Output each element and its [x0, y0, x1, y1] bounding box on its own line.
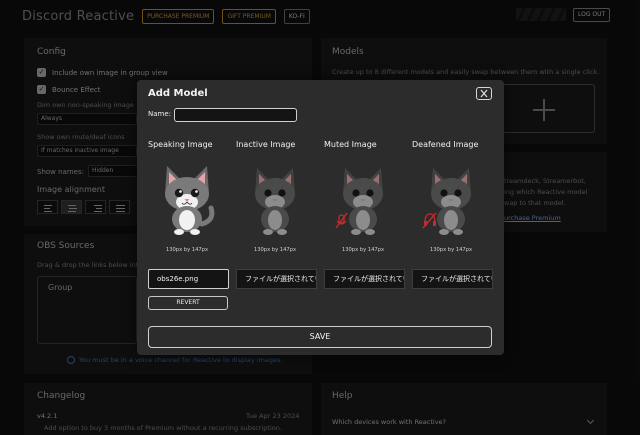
- muted-cat-image[interactable]: [331, 162, 395, 236]
- speaking-file-input[interactable]: obs26e.png: [148, 269, 229, 289]
- revert-button[interactable]: REVERT: [148, 296, 228, 310]
- add-model-modal: Add Model Name: Speaking Image Inactive …: [137, 80, 504, 355]
- name-label: Name:: [148, 110, 172, 118]
- close-button[interactable]: [476, 87, 492, 100]
- name-input[interactable]: [174, 108, 297, 122]
- inactive-image-dims: 130px by 147px: [253, 247, 297, 253]
- deafened-image-label: Deafened Image: [412, 140, 479, 149]
- speaking-image-label: Speaking Image: [148, 140, 213, 149]
- save-button[interactable]: SAVE: [148, 326, 492, 348]
- deafened-image-dims: 130px by 147px: [429, 247, 473, 253]
- close-icon: [480, 89, 488, 98]
- modal-title: Add Model: [148, 88, 208, 99]
- deafened-cat-image[interactable]: [419, 162, 483, 236]
- muted-microphone-icon: [335, 212, 348, 229]
- deafened-headphones-icon: [422, 212, 437, 229]
- inactive-image-label: Inactive Image: [236, 140, 296, 149]
- muted-image-dims: 130px by 147px: [341, 247, 385, 253]
- muted-file-input[interactable]: ファイルが選択されていません: [324, 269, 405, 289]
- inactive-file-input[interactable]: ファイルが選択されていません: [236, 269, 317, 289]
- deafened-file-input[interactable]: ファイルが選択されていません: [412, 269, 493, 289]
- muted-image-label: Muted Image: [324, 140, 377, 149]
- speaking-image-dims: 130px by 147px: [165, 247, 209, 253]
- inactive-cat-image[interactable]: [243, 162, 307, 236]
- speaking-cat-image[interactable]: [155, 162, 219, 236]
